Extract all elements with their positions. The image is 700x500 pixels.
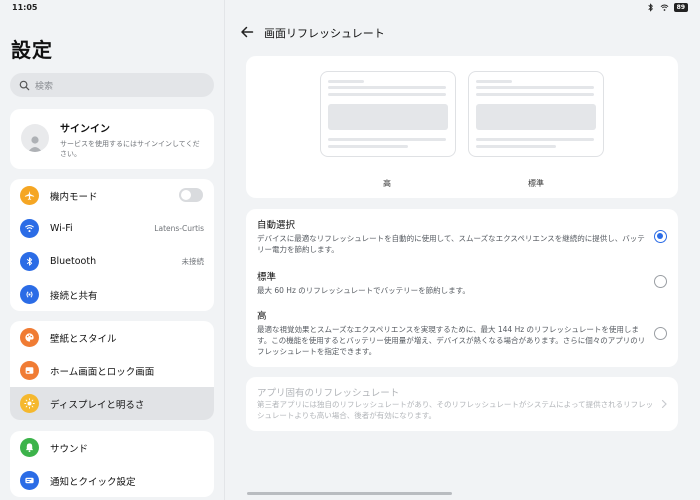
- menu-group-connectivity: 機内モード Wi-Fi Latens-Curtis Bluetooth 未接続 …: [10, 179, 214, 311]
- menu-label: 壁紙とスタイル: [50, 333, 117, 345]
- menu-item-home-lock-screen[interactable]: ホーム画面とロック画面: [10, 354, 214, 387]
- menu-item-sound[interactable]: サウンド: [10, 431, 214, 464]
- menu-item-wifi[interactable]: Wi-Fi Latens-Curtis: [10, 212, 214, 245]
- menu-group-sound: サウンド 通知とクイック設定: [10, 431, 214, 497]
- option-standard[interactable]: 標準 最大 60 Hz のリフレッシュレートでバッテリーを節約します。: [257, 269, 649, 296]
- menu-item-wallpaper-style[interactable]: 壁紙とスタイル: [10, 321, 214, 354]
- app-specific-refresh-rate[interactable]: アプリ固有のリフレッシュレート 第三者アプリには独自のリフレッシュレートがあり、…: [246, 377, 678, 431]
- airplane-mode-toggle[interactable]: [179, 188, 203, 202]
- menu-label: ディスプレイと明るさ: [50, 399, 145, 411]
- radio-standard[interactable]: [654, 275, 667, 288]
- chevron-right-icon: [661, 399, 667, 409]
- bluetooth-status-icon: [648, 3, 653, 12]
- preview-label-high: 高: [383, 179, 391, 188]
- connection-icon: [20, 285, 39, 304]
- panel-divider: [224, 0, 225, 500]
- menu-label: Wi-Fi: [50, 223, 73, 234]
- option-title: 標準: [257, 272, 277, 283]
- bluetooth-status: 未接続: [181, 257, 205, 266]
- brightness-icon: [20, 394, 39, 413]
- menu-label: サウンド: [50, 443, 89, 455]
- app-specific-description: 第三者アプリには独自のリフレッシュレートがあり、そのリフレッシュレートがシステム…: [257, 400, 654, 420]
- menu-label: Bluetooth: [50, 256, 97, 267]
- menu-item-bluetooth[interactable]: Bluetooth 未接続: [10, 245, 214, 278]
- high-refresh-preview: [320, 71, 456, 157]
- standard-refresh-preview: [468, 71, 604, 157]
- option-description: 最大 60 Hz のリフレッシュレートでバッテリーを節約します。: [257, 286, 470, 295]
- search-icon: [19, 80, 30, 90]
- user-icon: [28, 136, 42, 152]
- radio-high[interactable]: [654, 327, 667, 340]
- battery-icon: 89: [673, 3, 688, 12]
- option-description: 最適な視覚効果とスムーズなエクスペリエンスを実現するために、最大 144 Hz …: [257, 325, 646, 356]
- airplane-icon: [20, 186, 39, 205]
- avatar: [21, 124, 49, 152]
- screen-title: 画面リフレッシュレート: [264, 27, 385, 40]
- menu-item-display-brightness[interactable]: ディスプレイと明るさ: [10, 387, 214, 420]
- status-time: 11:05: [12, 3, 38, 12]
- back-arrow-icon[interactable]: [240, 25, 254, 39]
- home-indicator[interactable]: [247, 492, 452, 495]
- menu-label: ホーム画面とロック画面: [50, 366, 155, 378]
- option-title: 高: [257, 311, 267, 322]
- preview-label-standard: 標準: [528, 179, 544, 188]
- refresh-rate-preview-card: [246, 56, 678, 198]
- search-input[interactable]: 検索: [10, 73, 214, 97]
- wifi-status-icon: [660, 4, 669, 11]
- menu-label: 接続と共有: [50, 290, 98, 302]
- menu-group-display: 壁紙とスタイル ホーム画面とロック画面 ディスプレイと明るさ: [10, 321, 214, 420]
- status-bar: 11:05 89: [0, 0, 700, 16]
- palette-icon: [20, 328, 39, 347]
- wifi-network-name: Latens-Curtis: [154, 224, 204, 233]
- option-high[interactable]: 高 最適な視覚効果とスムーズなエクスペリエンスを実現するために、最大 144 H…: [257, 308, 649, 357]
- menu-label: 通知とクイック設定: [50, 476, 136, 488]
- bell-icon: [20, 438, 39, 457]
- option-description: デバイスに最適なリフレッシュレートを自動的に使用して、スムーズなエクスペリエンス…: [257, 234, 645, 254]
- menu-item-connection-sharing[interactable]: 接続と共有: [10, 278, 214, 311]
- menu-item-notifications-quick-settings[interactable]: 通知とクイック設定: [10, 464, 214, 497]
- signin-card[interactable]: サインイン サービスを使用するにはサインインしてください。: [10, 109, 214, 169]
- signin-subtitle: サービスを使用するにはサインインしてください。: [60, 140, 200, 158]
- option-title: 自動選択: [257, 220, 296, 231]
- menu-label: 機内モード: [50, 191, 98, 203]
- option-auto[interactable]: 自動選択 デバイスに最適なリフレッシュレートを自動的に使用して、スムーズなエクス…: [257, 217, 649, 255]
- status-icons: 89: [646, 3, 688, 12]
- app-specific-title: アプリ固有のリフレッシュレート: [257, 388, 400, 399]
- signin-title: サインイン: [60, 124, 110, 135]
- bluetooth-icon: [20, 252, 39, 271]
- radio-auto[interactable]: [654, 230, 667, 243]
- wifi-icon: [20, 219, 39, 238]
- menu-item-airplane-mode[interactable]: 機内モード: [10, 179, 214, 212]
- search-placeholder: 検索: [35, 81, 54, 92]
- notification-icon: [20, 471, 39, 490]
- page-title: 設定: [11, 38, 53, 62]
- home-screen-icon: [20, 361, 39, 380]
